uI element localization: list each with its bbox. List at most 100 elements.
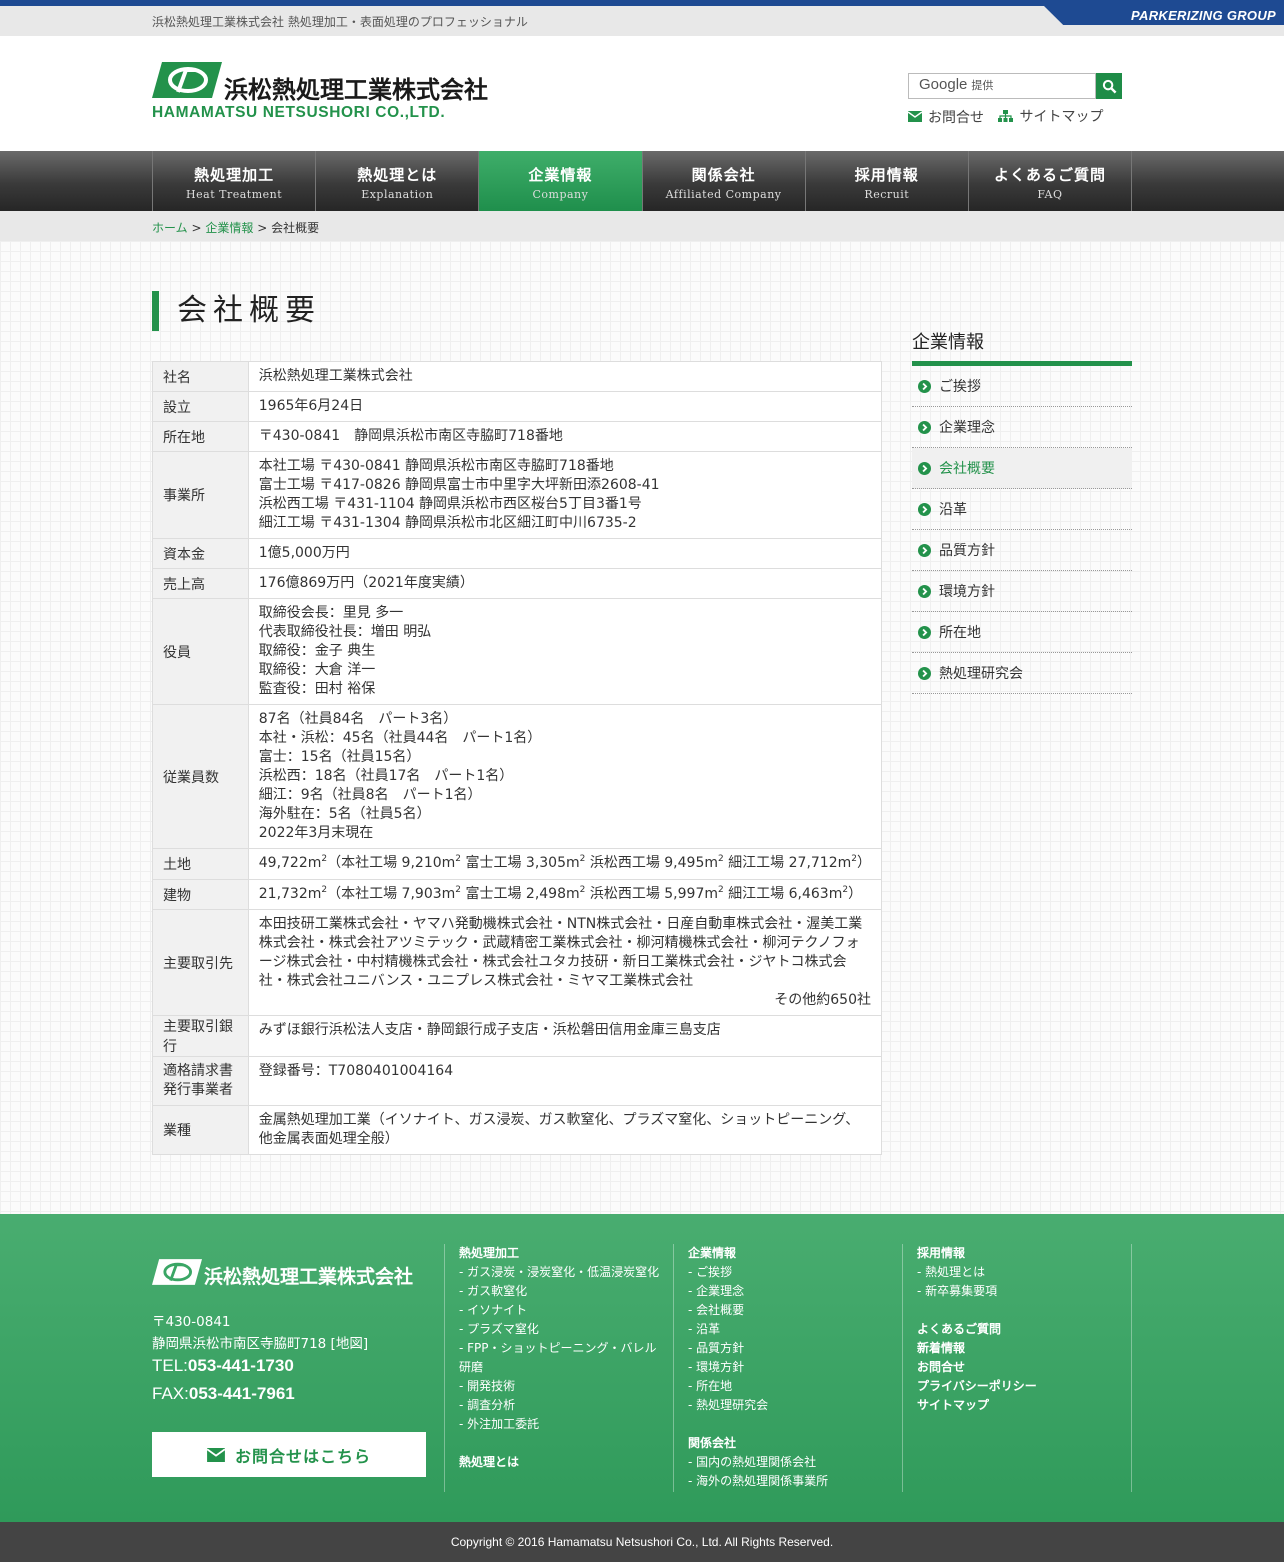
value-line: 本社・浜松：45名（社員44名 パート1名）: [258, 730, 542, 746]
footer-link[interactable]: - FPP・ショットピーニング・バレル: [459, 1339, 674, 1358]
sidebar-item-philosophy[interactable]: 企業理念: [912, 407, 1132, 448]
sidebar-item-research-group[interactable]: 熱処理研究会: [912, 653, 1132, 694]
chevron-circle-right-icon: [918, 625, 931, 639]
footer-link-privacy[interactable]: プライバシーポリシー: [917, 1377, 1131, 1396]
sidebar-item-greeting[interactable]: ご挨拶: [912, 366, 1132, 407]
site-logo[interactable]: 浜松熱処理工業株式会社 HAMAMATSU NETSUSHORI CO.,LTD…: [152, 62, 532, 122]
nav-company[interactable]: 企業情報 Company: [479, 151, 643, 211]
header-links: お問合せ サイトマップ: [908, 106, 1113, 127]
footer-link[interactable]: - 環境方針: [688, 1358, 903, 1377]
value-line: 富士：15名（社員15名）: [258, 749, 421, 765]
row-label: 事業所: [152, 451, 249, 539]
footer-link[interactable]: - ガス浸炭・浸炭窒化・低温浸炭窒化: [459, 1263, 674, 1282]
sidebar-item-quality-policy[interactable]: 品質方針: [912, 530, 1132, 571]
industry-text: 金属熱処理加工業（イソナイト、ガス浸炭、ガス軟窒化、プラズマ窒化、ショットピーニ…: [258, 1112, 860, 1147]
footer-heading[interactable]: 熱処理加工: [459, 1244, 674, 1263]
search-input[interactable]: Google 提供: [908, 73, 1096, 99]
land-area-line: 49,722m2（本社工場 9,210m2 富士工場 3,305m2 浜松西工場…: [258, 854, 871, 872]
table-row: 土地 49,722m2（本社工場 9,210m2 富士工場 3,305m2 浜松西…: [152, 848, 883, 880]
nav-explanation[interactable]: 熱処理とは Explanation: [316, 151, 480, 211]
footer-link-contact[interactable]: お問合せ: [917, 1358, 1131, 1377]
sidebar-item-label: 会社概要: [939, 461, 995, 477]
sitemap-link-label: サイトマップ: [1019, 109, 1104, 125]
footer-heading[interactable]: 採用情報: [917, 1244, 1131, 1263]
footer-link[interactable]: - 企業理念: [688, 1282, 903, 1301]
sidebar-item-location[interactable]: 所在地: [912, 612, 1132, 653]
row-value: 浜松熱処理工業株式会社: [247, 361, 883, 392]
nav-affiliated-company[interactable]: 関係会社 Affiliated Company: [643, 151, 806, 211]
sidebar-item-label: 所在地: [939, 625, 981, 641]
nav-label-en: Heat Treatment: [186, 188, 283, 201]
google-brand: Google: [919, 76, 968, 93]
footer-link[interactable]: - 海外の熱処理関係事業所: [688, 1472, 903, 1491]
page-title: 会社概要: [152, 291, 321, 331]
sidebar-item-environmental-policy[interactable]: 環境方針: [912, 571, 1132, 612]
row-value: 登録番号：T7080401004164: [247, 1056, 883, 1106]
row-label: 従業員数: [152, 704, 249, 849]
parkerizing-group-logo[interactable]: PARKERIZING GROUP: [1044, 6, 1284, 25]
footer-link[interactable]: - 国内の熱処理関係会社: [688, 1453, 903, 1472]
footer-heading[interactable]: 熱処理とは: [459, 1453, 674, 1472]
breadcrumb-home[interactable]: ホーム: [152, 221, 188, 235]
footer-link[interactable]: - イソナイト: [459, 1301, 674, 1320]
sidebar-item-label: 熱処理研究会: [939, 666, 1023, 682]
value-line: 富士工場 〒417-0826 静岡県富士市中里字大坪新田添2608-41: [258, 477, 660, 493]
row-label: 主要取引銀行: [152, 1015, 249, 1057]
row-label: 建物: [152, 879, 249, 910]
footer-link[interactable]: - 所在地: [688, 1377, 903, 1396]
sidebar-item-company-profile[interactable]: 会社概要: [912, 448, 1132, 489]
footer-link[interactable]: - 新卒募集要項: [917, 1282, 1131, 1301]
breadcrumb-company[interactable]: 企業情報: [205, 221, 253, 235]
footer-logo[interactable]: 浜松熱処理工業株式会社: [152, 1259, 432, 1288]
footer-link-sitemap[interactable]: サイトマップ: [917, 1396, 1131, 1415]
sitemap-link[interactable]: サイトマップ: [998, 106, 1103, 126]
footer-link[interactable]: - 品質方針: [688, 1339, 903, 1358]
footer-link[interactable]: - 開発技術: [459, 1377, 674, 1396]
footer-link[interactable]: - ご挨拶: [688, 1263, 903, 1282]
envelope-icon: [206, 1447, 225, 1462]
nav-faq[interactable]: よくあるご質問 FAQ: [969, 151, 1133, 211]
value-line: 取締役会長：里見 多一: [258, 605, 404, 621]
chevron-circle-right-icon: [918, 543, 931, 557]
footer-heading[interactable]: 関係会社: [688, 1434, 903, 1453]
sidebar-title: 企業情報: [912, 332, 984, 353]
footer-heading[interactable]: 企業情報: [688, 1244, 903, 1263]
table-row: 所在地 〒430-0841 静岡県浜松市南区寺脇町718番地: [152, 421, 883, 452]
chevron-circle-right-icon: [918, 666, 931, 680]
contact-link[interactable]: お問合せ: [908, 107, 984, 127]
footer-contact-button[interactable]: お問合せはこちら: [152, 1432, 426, 1477]
footer-link[interactable]: - プラズマ窒化: [459, 1320, 674, 1339]
footer-link[interactable]: - 会社概要: [688, 1301, 903, 1320]
nav-label-jp: 採用情報: [854, 166, 919, 184]
footer-link[interactable]: - 熱処理とは: [917, 1263, 1131, 1282]
nav-label-en: Explanation: [361, 188, 434, 201]
footer-logo-name: 浜松熱処理工業株式会社: [204, 1266, 414, 1288]
nav-heat-treatment[interactable]: 熱処理加工 Heat Treatment: [153, 151, 317, 211]
footer-zip: 〒430-0841: [152, 1314, 231, 1330]
row-label: 土地: [152, 848, 249, 880]
sidebar-item-history[interactable]: 沿革: [912, 489, 1132, 530]
site-search: Google 提供: [908, 73, 1122, 99]
search-button[interactable]: [1096, 73, 1122, 99]
row-label: 所在地: [152, 421, 249, 452]
contact-link-label: お問合せ: [928, 109, 984, 126]
value-line: 取締役：大倉 洋一: [258, 662, 376, 678]
footer-column-heat-treatment: 熱処理加工 - ガス浸炭・浸炭窒化・低温浸炭窒化 - ガス軟窒化 - イソナイト…: [444, 1244, 674, 1492]
footer-link-continuation[interactable]: 研磨: [459, 1358, 674, 1377]
table-row: 売上高 176億869万円（2021年度実績）: [152, 568, 883, 599]
footer-link[interactable]: - 熱処理研究会: [688, 1396, 903, 1415]
row-value: 1億5,000万円: [247, 538, 883, 569]
footer-link[interactable]: - 外注加工委託: [459, 1415, 674, 1434]
footer-link[interactable]: - ガス軟窒化: [459, 1282, 674, 1301]
nav-label-en: Recruit: [864, 188, 910, 201]
footer-link-news[interactable]: 新着情報: [917, 1339, 1131, 1358]
value-line: 87名（社員84名 パート3名）: [258, 711, 458, 727]
footer-link[interactable]: - 調査分析: [459, 1396, 674, 1415]
value-line: みずほ銀行浜松法人支店・静岡銀行成子支店・浜松磐田信用金庫三島支店: [258, 1022, 721, 1038]
sidebar-item-label: 沿革: [939, 502, 967, 518]
value-line: 1965年6月24日: [258, 398, 364, 414]
nav-recruit[interactable]: 採用情報 Recruit: [806, 151, 969, 211]
footer-link[interactable]: - 沿革: [688, 1320, 903, 1339]
table-row: 従業員数 87名（社員84名 パート3名） 本社・浜松：45名（社員44名 パー…: [152, 704, 883, 849]
footer-link-faq[interactable]: よくあるご質問: [917, 1320, 1131, 1339]
